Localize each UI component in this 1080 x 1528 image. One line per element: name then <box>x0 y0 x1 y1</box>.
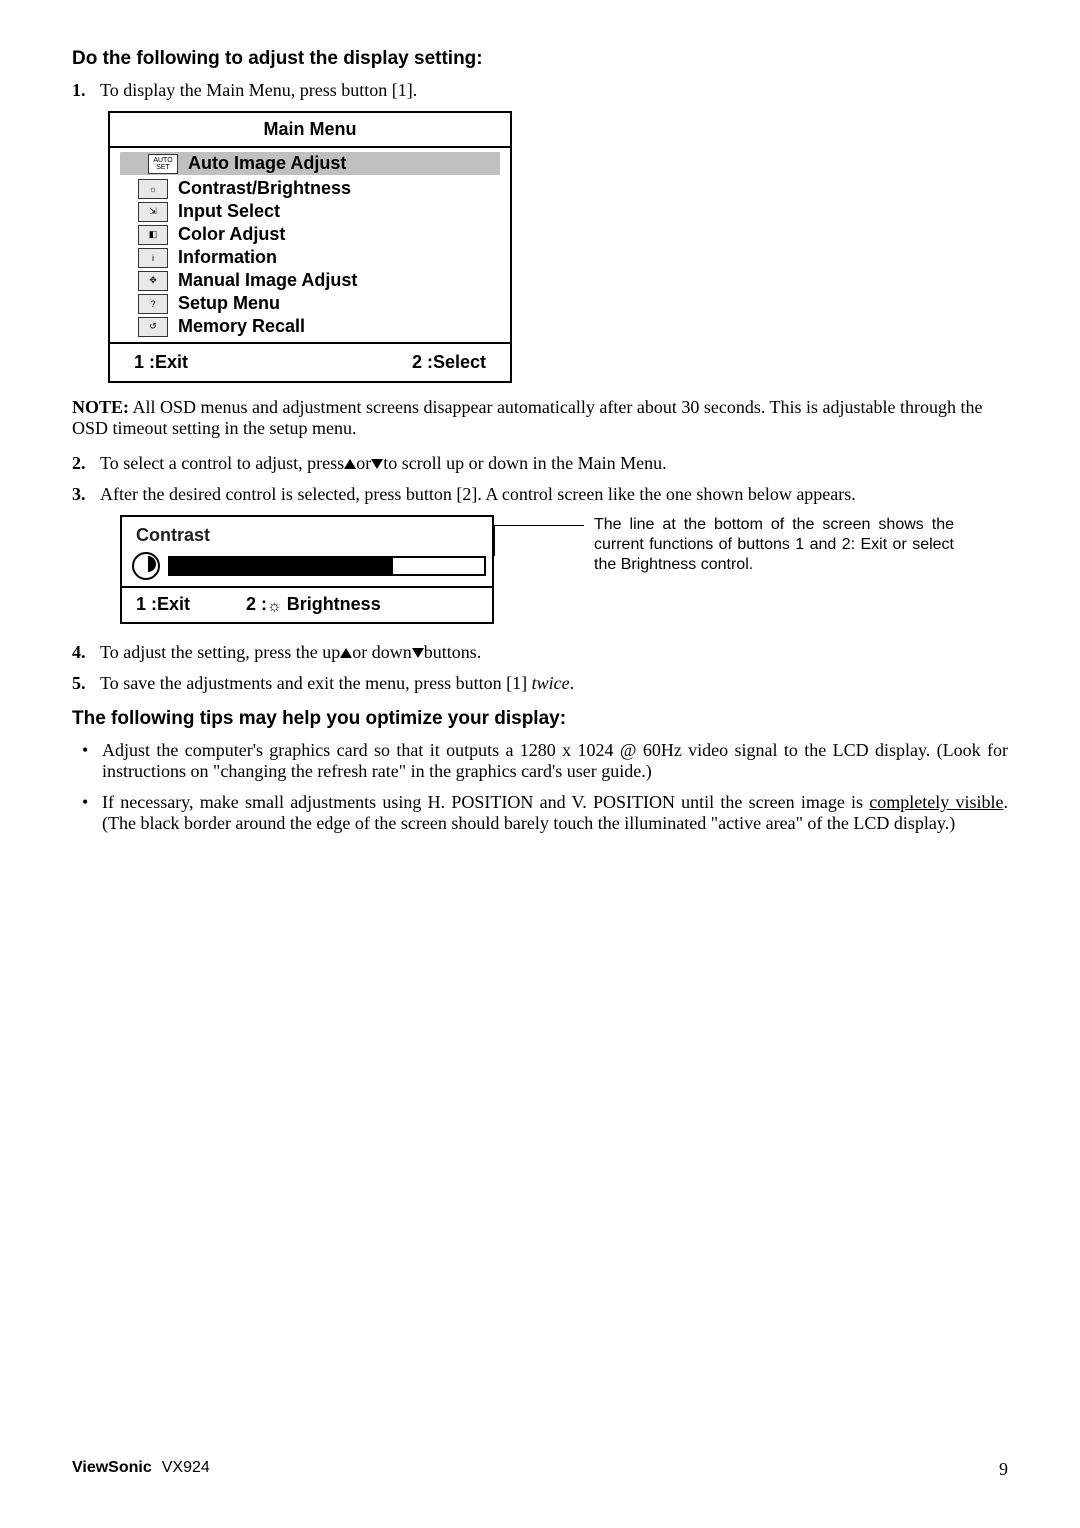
step-number: 5. <box>72 673 100 694</box>
tip-2: • If necessary, make small adjustments u… <box>82 792 1008 834</box>
color-icon: ◧ <box>138 225 168 245</box>
callout-leader-line <box>494 525 584 526</box>
menu-item-auto-image-adjust[interactable]: AUTO SET Auto Image Adjust <box>120 152 500 175</box>
note-text: NOTE: All OSD menus and adjustment scree… <box>72 397 1008 439</box>
menu-item-information[interactable]: i Information <box>110 246 510 269</box>
menu-item-memory-recall[interactable]: ↺ Memory Recall <box>110 315 510 338</box>
step-text-part: To adjust the setting, press the up <box>100 642 340 662</box>
tip-1: • Adjust the computer's graphics card so… <box>82 740 1008 782</box>
contrast-slider[interactable] <box>168 556 486 576</box>
main-menu-osd: Main Menu AUTO SET Auto Image Adjust ☼ C… <box>108 111 512 383</box>
manual-icon: ✥ <box>138 271 168 291</box>
info-icon: i <box>138 248 168 268</box>
main-menu-footer: 1 :Exit 2 :Select <box>110 344 510 381</box>
step-number: 4. <box>72 642 100 663</box>
menu-item-label: Auto Image Adjust <box>188 153 346 174</box>
step-text: To save the adjustments and exit the men… <box>100 673 1008 694</box>
menu-item-input-select[interactable]: ⇲ Input Select <box>110 200 510 223</box>
footer-model: VX924 <box>162 1459 210 1480</box>
label-part: Brightness <box>282 594 381 614</box>
footer-brand: ViewSonic <box>72 1459 152 1480</box>
main-menu-body: AUTO SET Auto Image Adjust ☼ Contrast/Br… <box>110 148 510 344</box>
contrast-callout-wrap: Contrast 1 :Exit 2 :☼ Brightness The lin… <box>72 515 1008 624</box>
tip-text: If necessary, make small adjustments usi… <box>102 792 1008 834</box>
down-arrow-icon <box>371 459 383 469</box>
input-icon: ⇲ <box>138 202 168 222</box>
contrast-osd: Contrast 1 :Exit 2 :☼ Brightness <box>120 515 494 624</box>
section-heading: Do the following to adjust the display s… <box>72 48 1008 70</box>
brightness-icon: ☼ <box>138 179 168 199</box>
step-text: To adjust the setting, press the up or do… <box>100 642 1008 663</box>
footer-brightness-label: 2 :☼ Brightness <box>246 594 381 616</box>
step-text-part: buttons. <box>424 642 482 662</box>
step-text-part: . <box>570 673 575 693</box>
callout-text: The line at the bottom of the screen sho… <box>594 515 954 575</box>
menu-item-label: Contrast/Brightness <box>178 178 351 199</box>
step-text-part: To save the adjustments and exit the men… <box>100 673 532 693</box>
menu-item-label: Setup Menu <box>178 293 280 314</box>
contrast-title: Contrast <box>122 517 492 550</box>
menu-item-label: Color Adjust <box>178 224 285 245</box>
tips-heading: The following tips may help you optimize… <box>72 708 1008 730</box>
step-4: 4. To adjust the setting, press the up or… <box>72 642 1008 663</box>
note-label: NOTE: <box>72 397 129 417</box>
brightness-sun-icon: ☼ <box>267 598 282 616</box>
menu-item-setup-menu[interactable]: ? Setup Menu <box>110 292 510 315</box>
contrast-footer: 1 :Exit 2 :☼ Brightness <box>122 586 492 622</box>
step-text-italic: twice <box>532 673 570 693</box>
recall-icon: ↺ <box>138 317 168 337</box>
step-text: After the desired control is selected, p… <box>100 484 1008 505</box>
menu-item-label: Input Select <box>178 201 280 222</box>
label-part: 2 : <box>246 594 267 614</box>
page-footer: ViewSonic VX924 9 <box>72 1459 1008 1480</box>
bullet-icon: • <box>82 792 102 834</box>
slider-fill <box>168 556 391 576</box>
note-body: All OSD menus and adjustment screens dis… <box>72 397 983 438</box>
step-3: 3. After the desired control is selected… <box>72 484 1008 505</box>
step-text-part: or <box>356 453 371 473</box>
contrast-knob-icon <box>132 552 160 580</box>
contrast-slider-row <box>122 550 492 586</box>
down-arrow-icon <box>412 648 424 658</box>
up-arrow-icon <box>344 459 356 469</box>
step-text-part: or down <box>352 642 412 662</box>
main-menu-title: Main Menu <box>110 113 510 148</box>
slider-empty <box>393 558 484 574</box>
step-text-part: To select a control to adjust, press <box>100 453 344 473</box>
bullet-icon: • <box>82 740 102 782</box>
menu-item-label: Memory Recall <box>178 316 305 337</box>
setup-icon: ? <box>138 294 168 314</box>
auto-set-icon: AUTO SET <box>148 154 178 174</box>
menu-item-label: Manual Image Adjust <box>178 270 357 291</box>
menu-item-color-adjust[interactable]: ◧ Color Adjust <box>110 223 510 246</box>
footer-select-label: 2 :Select <box>412 352 486 373</box>
step-number: 3. <box>72 484 100 505</box>
step-2: 2. To select a control to adjust, press o… <box>72 453 1008 474</box>
step-5: 5. To save the adjustments and exit the … <box>72 673 1008 694</box>
step-text-part: to scroll up or down in the Main Menu. <box>383 453 666 473</box>
step-text: To select a control to adjust, press orto… <box>100 453 1008 474</box>
tip-text: Adjust the computer's graphics card so t… <box>102 740 1008 782</box>
tip-text-underline: completely visible <box>869 792 1003 812</box>
menu-item-label: Information <box>178 247 277 268</box>
step-text: To display the Main Menu, press button [… <box>100 80 1008 101</box>
tip-text-part: If necessary, make small adjustments usi… <box>102 792 869 812</box>
step-number: 1. <box>72 80 100 101</box>
footer-page-number: 9 <box>999 1459 1008 1480</box>
menu-item-contrast-brightness[interactable]: ☼ Contrast/Brightness <box>110 177 510 200</box>
footer-exit-label: 1 :Exit <box>136 594 246 616</box>
step-1: 1. To display the Main Menu, press butto… <box>72 80 1008 101</box>
footer-exit-label: 1 :Exit <box>134 352 412 373</box>
up-arrow-icon <box>340 648 352 658</box>
step-number: 2. <box>72 453 100 474</box>
menu-item-manual-image-adjust[interactable]: ✥ Manual Image Adjust <box>110 269 510 292</box>
